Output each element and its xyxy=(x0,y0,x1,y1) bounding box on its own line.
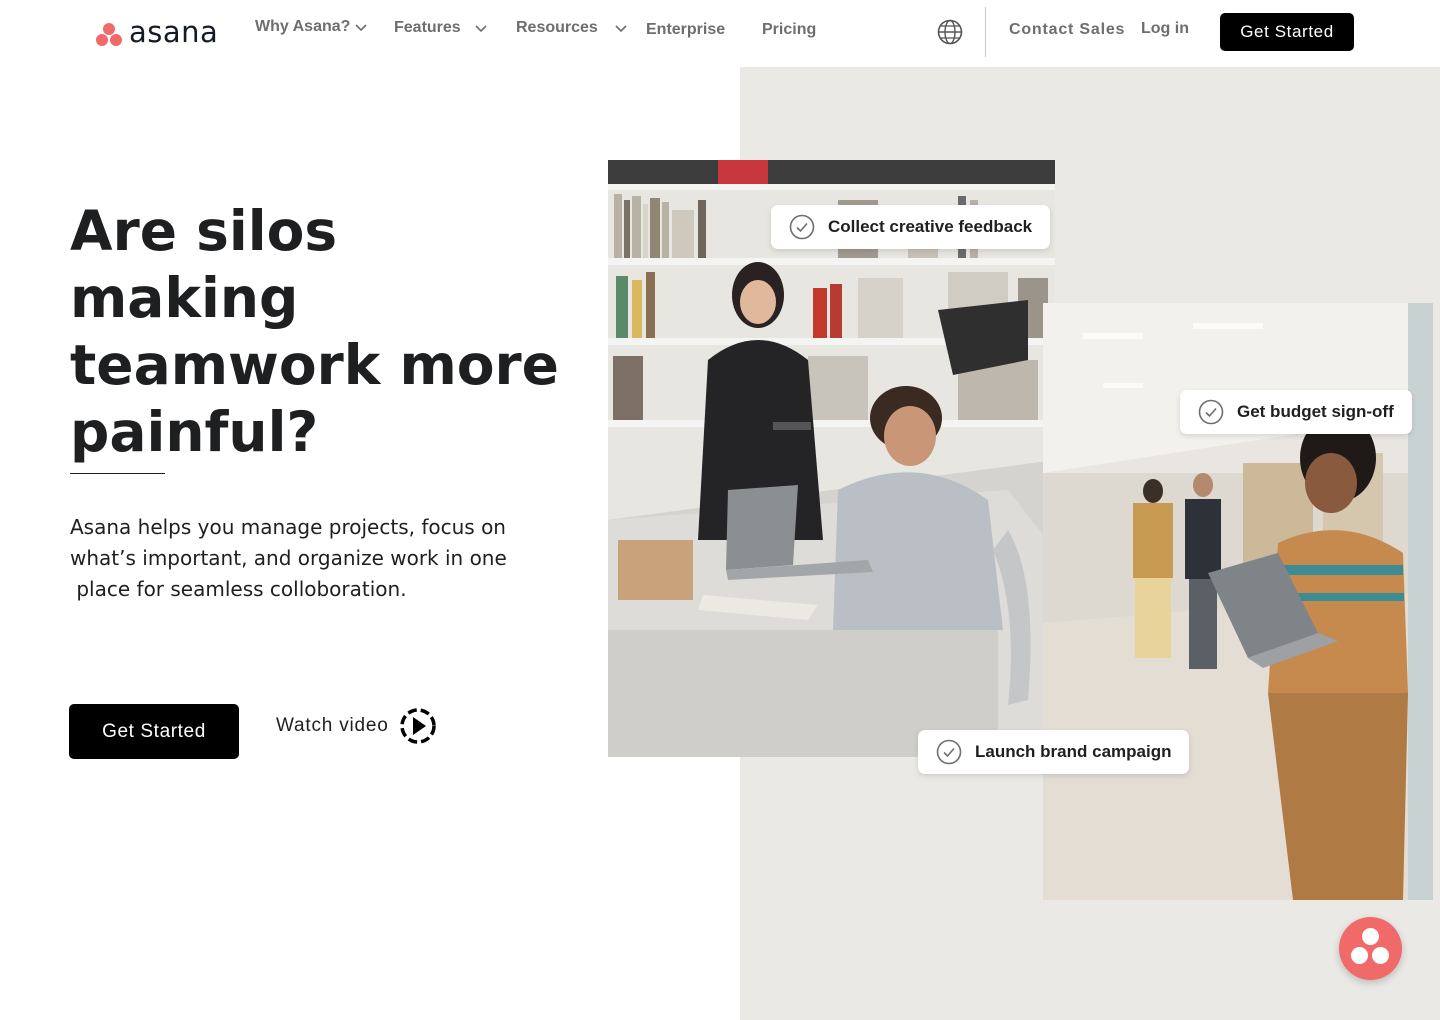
header-get-started-button[interactable]: Get Started xyxy=(1220,13,1354,51)
globe-icon[interactable] xyxy=(936,18,964,46)
check-circle-icon xyxy=(1198,399,1224,425)
asana-dot-icon xyxy=(1372,947,1389,964)
task-label: Get budget sign-off xyxy=(1237,402,1394,421)
watch-video-label: Watch video xyxy=(276,715,389,736)
contact-sales-label: Contact Sales xyxy=(1009,21,1126,38)
nav-pricing[interactable]: Pricing xyxy=(762,21,816,39)
nav-why-asana[interactable]: Why Asana? xyxy=(255,18,368,36)
hero-headline: Are silos making teamwork more painful? xyxy=(70,199,559,464)
task-label: Collect creative feedback xyxy=(828,217,1033,236)
task-card: Launch brand campaign xyxy=(918,730,1190,774)
office-scene-illustration xyxy=(608,160,1055,757)
chevron-down-icon xyxy=(615,25,627,33)
nav-features[interactable]: Features xyxy=(394,19,488,37)
hero-get-started-button[interactable]: Get Started xyxy=(69,704,239,759)
nav-label: Enterprise xyxy=(646,21,726,38)
check-circle-icon xyxy=(789,214,815,240)
asana-logo-mark-icon xyxy=(95,20,123,46)
logo-wordmark: asana xyxy=(129,15,219,49)
hero-description: Asana helps you manage projects, focus o… xyxy=(70,515,507,601)
chevron-down-icon xyxy=(355,24,367,32)
task-label: Launch brand campaign xyxy=(975,742,1172,761)
task-card: Collect creative feedback xyxy=(771,205,1051,249)
asana-dot-icon xyxy=(1351,947,1368,964)
button-label: Get Started xyxy=(102,720,206,742)
nav-divider xyxy=(985,7,986,57)
asana-dot-icon xyxy=(1362,928,1379,945)
nav-label: Why Asana? xyxy=(255,18,351,35)
nav-label: Resources xyxy=(516,19,598,36)
chevron-down-icon xyxy=(475,25,487,33)
play-circle-icon xyxy=(399,708,436,744)
asana-logo[interactable]: asana xyxy=(95,18,218,47)
watch-video-link[interactable]: Watch video xyxy=(276,705,437,747)
login-label: Log in xyxy=(1141,20,1189,37)
nav-label: Pricing xyxy=(762,21,817,38)
login-link[interactable]: Log in xyxy=(1141,20,1189,38)
office-photo-collaboration xyxy=(608,160,1055,757)
check-circle-icon xyxy=(936,739,962,765)
headline-divider xyxy=(70,473,165,474)
contact-sales-link[interactable]: Contact Sales xyxy=(1009,21,1125,39)
nav-enterprise[interactable]: Enterprise xyxy=(646,21,725,39)
task-card: Get budget sign-off xyxy=(1180,390,1412,434)
nav-label: Features xyxy=(394,19,461,36)
button-label: Get Started xyxy=(1240,22,1334,41)
asana-assistant-button[interactable] xyxy=(1339,917,1402,980)
nav-resources[interactable]: Resources xyxy=(516,19,628,37)
